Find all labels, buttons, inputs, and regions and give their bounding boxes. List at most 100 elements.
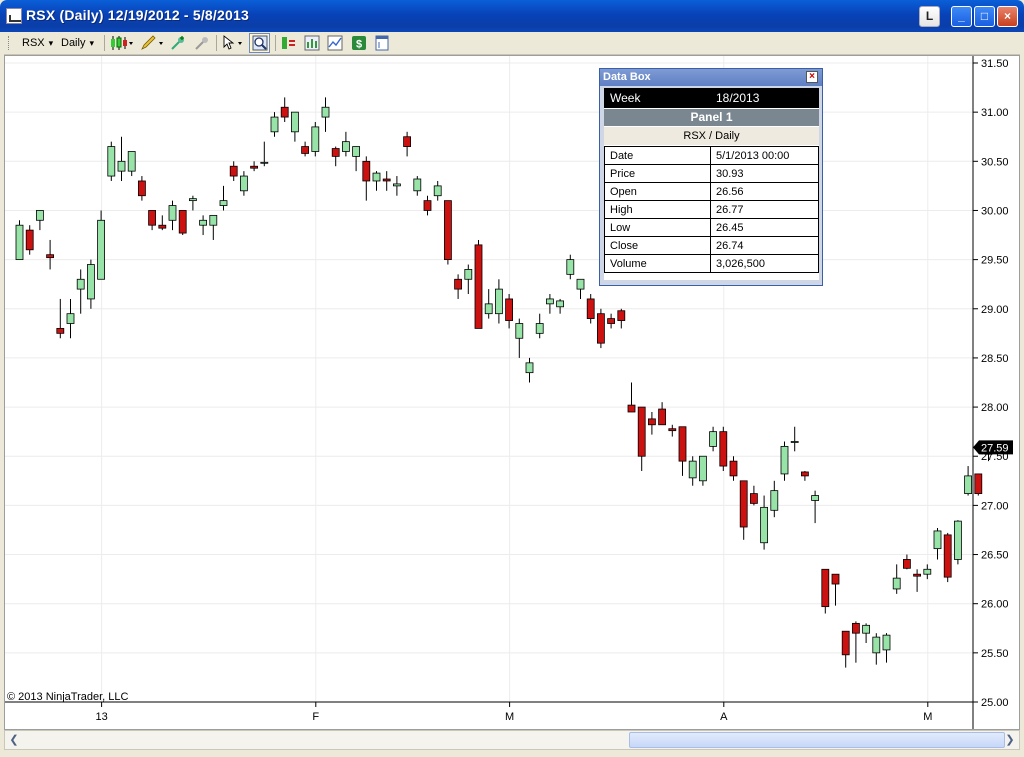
candle [852, 621, 860, 663]
candle [443, 200, 452, 265]
toolbar-grip[interactable] [8, 36, 12, 50]
status-bar [0, 750, 1024, 757]
minimize-button[interactable]: _ [951, 6, 972, 27]
chart-app-icon [6, 8, 22, 24]
row-label: Low [604, 218, 711, 237]
zoom-button[interactable] [249, 33, 270, 53]
candle [862, 623, 870, 644]
candle-body [270, 116, 279, 133]
data-box-close-button[interactable]: × [806, 71, 818, 83]
bar-chart-icon[interactable] [304, 35, 320, 51]
last-price-marker: 27.59 [973, 440, 1013, 455]
candle-body [117, 160, 126, 172]
candle-body [433, 185, 442, 197]
row-value: 26.77 [710, 200, 819, 219]
candle [464, 264, 473, 295]
data-box-window[interactable]: Data Box × Week 18/2013 Panel 1 RSX / Da… [599, 68, 823, 286]
candle-body [280, 106, 289, 118]
scroll-right-icon[interactable]: ❯ [1002, 732, 1018, 748]
candle [280, 97, 289, 122]
properties-icon[interactable] [374, 35, 390, 51]
pencil-draw-icon[interactable] [140, 35, 164, 51]
candle [841, 630, 850, 668]
candle-body [423, 200, 432, 211]
candle-body [882, 634, 891, 651]
close-button[interactable]: × [997, 6, 1018, 27]
candle [290, 111, 299, 142]
scroll-left-icon[interactable]: ❮ [6, 732, 22, 748]
candle-body [780, 445, 789, 475]
candle-body [974, 473, 983, 494]
row-value: 5/1/2013 00:00 [710, 146, 819, 165]
candle-body [158, 224, 167, 229]
candle [76, 269, 85, 314]
table-row: Open 26.56 [604, 182, 819, 201]
data-series-icon[interactable] [327, 35, 343, 51]
instrument-selector[interactable]: RSX [22, 35, 53, 51]
candle [494, 279, 503, 324]
candle-body [188, 198, 197, 202]
candle-body [97, 219, 105, 280]
row-value: 26.45 [710, 218, 819, 237]
price-axis: 31.50 31.00 30.50 30.00 29.50 29.00 28.50 28.00… [973, 58, 1009, 709]
candle-body [841, 630, 850, 656]
candle [331, 146, 340, 167]
candle-body [372, 172, 381, 182]
remove-indicator-icon[interactable] [194, 35, 210, 51]
interval-selector[interactable]: Daily [61, 35, 94, 51]
add-indicator-icon[interactable] [170, 35, 186, 51]
chart-panel[interactable]: 31.50 31.00 30.50 30.00 29.50 29.00 28.50 28.00… [4, 55, 1020, 730]
price-chart[interactable]: 31.50 31.00 30.50 30.00 29.50 29.00 28.50 28.00… [5, 56, 1019, 729]
candle-body [148, 210, 157, 226]
last-price-label: 27.59 [981, 442, 1009, 454]
horizontal-scrollbar[interactable]: ❮ ❯ [4, 730, 1020, 750]
candle [87, 259, 95, 309]
candles [15, 97, 993, 668]
price-tick-label: 26.00 [981, 599, 1009, 611]
price-tick-label: 27.00 [981, 500, 1009, 512]
candle [188, 195, 197, 211]
candle [882, 633, 891, 663]
candle-body [413, 178, 422, 192]
candle [821, 568, 830, 614]
candle [780, 441, 789, 481]
candle-body [454, 278, 463, 290]
candle-body [35, 210, 44, 221]
candle [25, 225, 34, 255]
scroll-thumb[interactable] [629, 732, 1005, 748]
candle [505, 294, 514, 329]
candle-body [903, 559, 911, 569]
candle-body [719, 431, 728, 467]
candle-body [352, 146, 361, 157]
link-button[interactable]: L [919, 6, 940, 27]
strategies-icon[interactable] [281, 35, 297, 51]
candlestick-style-icon[interactable] [110, 35, 134, 51]
candle [209, 214, 218, 240]
data-box-instrument: RSX / Daily [604, 127, 819, 145]
candle [362, 156, 371, 201]
maximize-button[interactable]: □ [974, 6, 995, 27]
zoom-icon [252, 35, 268, 51]
candle [729, 456, 738, 481]
candle-body [586, 298, 595, 320]
candle [668, 424, 677, 437]
title-bar[interactable]: RSX (Daily) 12/19/2012 - 5/8/2013 L _ □ … [0, 0, 1024, 32]
candle [433, 180, 442, 201]
candle-body [597, 313, 605, 344]
data-box-content: Week 18/2013 Panel 1 RSX / Daily Date 5/1… [604, 88, 819, 280]
candle [66, 298, 75, 339]
candle-body [678, 426, 687, 462]
price-tick-label: 30.50 [981, 156, 1009, 168]
candle-body [87, 264, 95, 300]
candle [872, 633, 881, 665]
candle-body [750, 493, 758, 504]
dollar-icon[interactable]: $ [351, 35, 367, 51]
candle-body [301, 146, 310, 154]
data-box-title-bar[interactable]: Data Box × [600, 69, 822, 86]
candle [790, 426, 799, 452]
time-tick-label: 13 [95, 711, 107, 723]
candle [607, 313, 615, 329]
candle [954, 520, 962, 565]
candle-body [790, 441, 799, 443]
cursor-pointer-icon[interactable] [221, 35, 245, 51]
